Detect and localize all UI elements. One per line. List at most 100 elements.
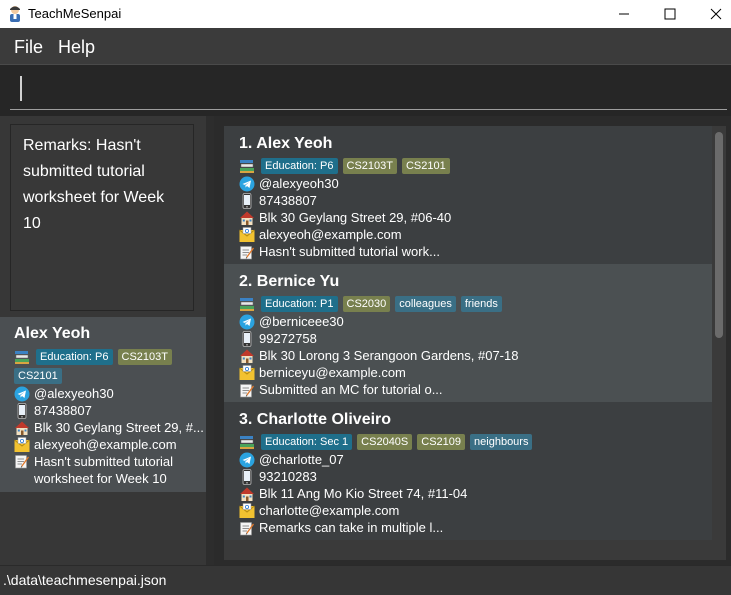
command-input[interactable] xyxy=(10,73,727,110)
minimize-button[interactable] xyxy=(601,0,647,28)
address-row: Blk 30 Lorong 3 Serangoon Gardens, #07-1… xyxy=(239,347,712,364)
student-name: Charlotte Oliveiro xyxy=(256,411,392,428)
envelope-icon xyxy=(239,227,255,243)
status-bar: .\data\teachmesenpai.json xyxy=(0,565,731,595)
scrollbar-thumb[interactable] xyxy=(715,132,723,338)
tag: neighbours xyxy=(470,434,533,450)
module-tag: CS2103T xyxy=(117,349,172,365)
books-icon xyxy=(14,349,30,365)
student-phone: 93210283 xyxy=(259,469,317,484)
email-row: berniceyu@example.com xyxy=(239,364,712,381)
remark-row: Submitted an MC for tutorial o... xyxy=(239,381,712,398)
education-tag: Education: Sec 1 xyxy=(261,434,353,450)
command-box xyxy=(0,64,731,116)
student-address: Blk 11 Ang Mo Kio Street 74, #11-04 xyxy=(259,486,468,501)
detail-phone: 87438807 xyxy=(34,403,92,418)
phone-icon xyxy=(239,331,255,347)
note-icon xyxy=(239,382,255,398)
student-name: Alex Yeoh xyxy=(256,135,333,152)
envelope-icon xyxy=(239,365,255,381)
close-button[interactable] xyxy=(693,0,731,28)
student-tags: Education: P1 CS2030 colleagues friends xyxy=(239,295,712,313)
student-card[interactable]: 1. Alex Yeoh Education: P6 CS2103T CS2101 @a… xyxy=(224,126,712,264)
student-name: Bernice Yu xyxy=(256,273,340,290)
window-title: TeachMeSenpai xyxy=(28,6,122,21)
detail-remark-row: Hasn't submitted tutorial worksheet for … xyxy=(14,453,206,487)
phone-row: 99272758 xyxy=(239,330,712,347)
student-tags: Education: Sec 1 CS2040S CS2109 neighbours xyxy=(239,433,712,451)
student-name-row: 1. Alex Yeoh xyxy=(239,135,712,157)
title-bar: TeachMeSenpai xyxy=(0,0,731,28)
student-phone: 99272758 xyxy=(259,331,317,346)
telegram-icon xyxy=(239,314,255,330)
detail-email-row: alexyeoh@example.com xyxy=(14,436,206,453)
detail-phone-row: 87438807 xyxy=(14,402,206,419)
phone-row: 87438807 xyxy=(239,192,712,209)
email-row: alexyeoh@example.com xyxy=(239,226,712,243)
house-icon xyxy=(14,420,30,436)
student-address: Blk 30 Lorong 3 Serangoon Gardens, #07-1… xyxy=(259,348,519,363)
student-remark: Submitted an MC for tutorial o... xyxy=(259,382,443,397)
education-tag: Education: P1 xyxy=(261,296,338,312)
house-icon xyxy=(239,210,255,226)
student-email: alexyeoh@example.com xyxy=(259,227,402,242)
student-email: berniceyu@example.com xyxy=(259,365,406,380)
books-icon xyxy=(239,158,255,174)
close-icon xyxy=(710,8,722,20)
detail-address: Blk 30 Geylang Street 29, #... xyxy=(34,420,204,435)
telegram-icon xyxy=(239,452,255,468)
detail-address-row: Blk 30 Geylang Street 29, #... xyxy=(14,419,206,436)
app-icon xyxy=(10,6,20,22)
student-remark: Remarks can take in multiple l... xyxy=(259,520,444,535)
detail-tags: Education: P6 CS2103T CS2101 xyxy=(14,349,204,384)
maximize-button[interactable] xyxy=(647,0,693,28)
student-name-row: 2. Bernice Yu xyxy=(239,273,712,295)
tag: CS2109 xyxy=(417,434,466,450)
student-index: 1. xyxy=(239,135,253,152)
student-phone: 87438807 xyxy=(259,193,317,208)
student-telegram: @charlotte_07 xyxy=(259,452,344,467)
envelope-icon xyxy=(239,503,255,519)
student-detail-panel: Alex Yeoh Education: P6 CS2103T CS2101 @… xyxy=(0,317,206,492)
menu-help[interactable]: Help xyxy=(58,37,95,58)
books-icon xyxy=(239,434,255,450)
student-remark: Hasn't submitted tutorial work... xyxy=(259,244,440,259)
address-row: Blk 11 Ang Mo Kio Street 74, #11-04 xyxy=(239,485,712,502)
remarks-panel: Remarks: Hasn't submitted tutorial works… xyxy=(10,124,194,311)
detail-telegram: @alexyeoh30 xyxy=(34,386,114,401)
telegram-row: @charlotte_07 xyxy=(239,451,712,468)
left-pane: Remarks: Hasn't submitted tutorial works… xyxy=(0,116,206,565)
tag: CS2103T xyxy=(342,158,397,174)
student-address: Blk 30 Geylang Street 29, #06-40 xyxy=(259,210,452,225)
student-name-row: 3. Charlotte Oliveiro xyxy=(239,411,712,433)
detail-telegram-row: @alexyeoh30 xyxy=(14,385,206,402)
tag: CS2030 xyxy=(342,296,391,312)
tag: CS2101 xyxy=(401,158,450,174)
student-telegram: @berniceee30 xyxy=(259,314,344,329)
student-telegram: @alexyeoh30 xyxy=(259,176,339,191)
telegram-icon xyxy=(14,386,30,402)
student-tags: Education: P6 CS2103T CS2101 xyxy=(239,157,712,175)
save-file-path: .\data\teachmesenpai.json xyxy=(3,572,167,588)
tag: colleagues xyxy=(395,296,456,312)
detail-email: alexyeoh@example.com xyxy=(34,437,177,452)
note-icon xyxy=(14,453,30,469)
menu-file[interactable]: File xyxy=(14,37,43,58)
telegram-row: @berniceee30 xyxy=(239,313,712,330)
telegram-row: @alexyeoh30 xyxy=(239,175,712,192)
split-pane-divider[interactable] xyxy=(206,116,214,565)
house-icon xyxy=(239,348,255,364)
education-tag: Education: P6 xyxy=(36,349,113,365)
student-email: charlotte@example.com xyxy=(259,503,400,518)
tag: CS2040S xyxy=(357,434,413,450)
phone-row: 93210283 xyxy=(239,468,712,485)
detail-name: Alex Yeoh xyxy=(14,325,91,342)
tag: friends xyxy=(460,296,502,312)
books-icon xyxy=(239,296,255,312)
student-index: 2. xyxy=(239,273,253,290)
student-card[interactable]: 3. Charlotte Oliveiro Education: Sec 1 CS2… xyxy=(224,402,712,540)
house-icon xyxy=(239,486,255,502)
student-card[interactable]: 2. Bernice Yu Education: P1 CS2030 colleagu… xyxy=(224,264,712,402)
note-icon xyxy=(239,244,255,260)
student-index: 3. xyxy=(239,411,253,428)
